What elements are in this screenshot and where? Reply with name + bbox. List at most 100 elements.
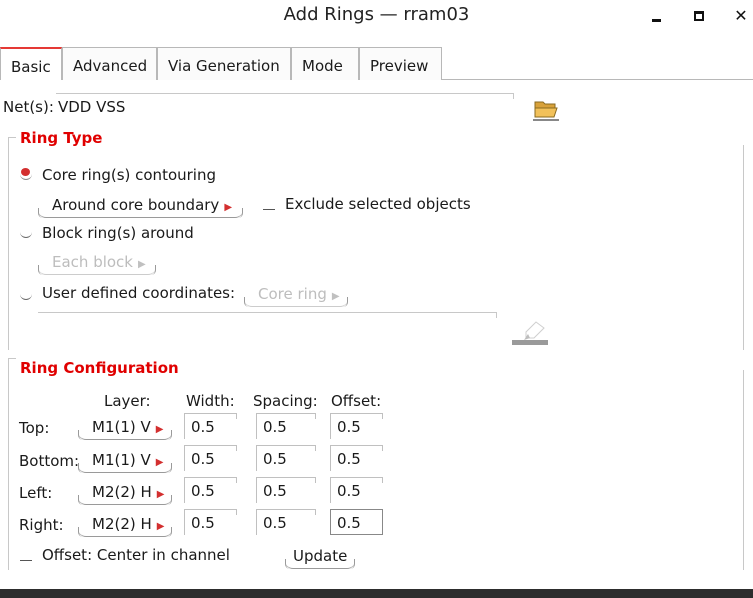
left-offset-value: 0.5 [337, 482, 361, 500]
left-layer-label: M2(2) H [92, 483, 152, 501]
ring-type-frame-top-left [8, 137, 16, 138]
right-layer-label: M2(2) H [92, 515, 152, 533]
ring-config-frame-top-left [8, 358, 16, 359]
bottom-layer-label: M1(1) V [92, 451, 151, 469]
tab-advanced[interactable]: Advanced [62, 47, 157, 80]
exclude-selected-checkbox[interactable] [263, 200, 275, 210]
bottom-spacing-value: 0.5 [263, 450, 287, 468]
input-tick [315, 478, 316, 483]
triangle-right-icon: ▶ [156, 521, 165, 532]
nets-field-border [56, 93, 514, 94]
tab-preview-label: Preview [370, 57, 429, 75]
top-spacing-input[interactable]: 0.5 [256, 413, 316, 439]
tab-via-generation-label: Via Generation [168, 57, 280, 75]
triangle-right-icon: ▶ [224, 202, 233, 213]
tab-mode[interactable]: Mode [291, 47, 359, 80]
update-button[interactable]: Update [285, 545, 355, 569]
coords-field-border [38, 312, 497, 313]
left-layer-dropdown[interactable]: M2(2) H ▶ [78, 481, 172, 505]
maximize-button[interactable] [689, 6, 709, 26]
update-button-label: Update [293, 547, 348, 565]
triangle-right-icon: ▶ [156, 489, 165, 500]
top-offset-value: 0.5 [337, 418, 361, 436]
ring-config-title: Ring Configuration [20, 359, 179, 377]
right-spacing-value: 0.5 [263, 514, 287, 532]
left-side-label: Left: [19, 484, 53, 502]
top-width-input[interactable]: 0.5 [184, 413, 237, 439]
left-offset-input[interactable]: 0.5 [330, 477, 383, 503]
triangle-right-icon: ▶ [138, 259, 146, 270]
top-side-label: Top: [19, 419, 50, 437]
input-tick [236, 478, 237, 483]
ring-type-frame-right [743, 145, 744, 350]
top-layer-dropdown[interactable]: M1(1) V ▶ [78, 416, 172, 440]
left-spacing-value: 0.5 [263, 482, 287, 500]
input-tick [315, 510, 316, 515]
top-spacing-value: 0.5 [263, 418, 287, 436]
input-tick [236, 414, 237, 419]
core-ring-dropdown[interactable]: Core ring ▶ [244, 283, 348, 307]
left-spacing-input[interactable]: 0.5 [256, 477, 316, 503]
right-width-value: 0.5 [191, 514, 215, 532]
spacing-header: Spacing: [253, 392, 318, 410]
layer-header: Layer: [104, 392, 151, 410]
tab-mode-label: Mode [302, 57, 343, 75]
input-tick [382, 414, 383, 419]
nets-input[interactable]: VDD VSS [58, 98, 125, 116]
width-header: Width: [186, 392, 235, 410]
coords-field-notch [496, 312, 497, 318]
top-layer-label: M1(1) V [92, 418, 151, 436]
close-button[interactable]: ✕ [731, 6, 751, 26]
triangle-right-icon: ▶ [155, 424, 164, 435]
title-bar: Add Rings — rram03 ✕ [0, 0, 753, 32]
bottom-offset-value: 0.5 [337, 450, 361, 468]
bottom-width-input[interactable]: 0.5 [184, 445, 237, 471]
folder-open-icon[interactable] [533, 96, 559, 122]
minimize-icon [652, 19, 661, 22]
tab-divider [442, 79, 753, 80]
right-width-input[interactable]: 0.5 [184, 509, 237, 535]
right-spacing-input[interactable]: 0.5 [256, 509, 316, 535]
pen-draw-icon[interactable] [510, 318, 550, 346]
core-ring-radio[interactable] [20, 166, 32, 180]
right-offset-input[interactable]: 0.5 [330, 509, 383, 535]
block-ring-label: Block ring(s) around [42, 224, 194, 242]
triangle-right-icon: ▶ [331, 291, 340, 302]
right-side-label: Right: [19, 516, 64, 534]
nets-label: Net(s): [3, 98, 54, 116]
input-tick [382, 478, 383, 483]
block-ring-radio[interactable] [20, 226, 32, 238]
tab-preview[interactable]: Preview [359, 47, 442, 80]
top-offset-input[interactable]: 0.5 [330, 413, 383, 439]
bottom-layer-dropdown[interactable]: M1(1) V ▶ [78, 449, 172, 473]
bottom-side-label: Bottom: [19, 452, 80, 470]
right-offset-value: 0.5 [337, 514, 361, 532]
top-width-value: 0.5 [191, 418, 215, 436]
core-ring-dropdown-label: Core ring [258, 285, 327, 303]
each-block-label: Each block [52, 253, 133, 271]
offset-header: Offset: [331, 392, 382, 410]
center-in-channel-label: Offset: Center in channel [42, 546, 230, 564]
bottom-spacing-input[interactable]: 0.5 [256, 445, 316, 471]
each-block-dropdown[interactable]: Each block ▶ [38, 251, 156, 275]
left-width-input[interactable]: 0.5 [184, 477, 237, 503]
input-tick [236, 446, 237, 451]
maximize-icon [694, 11, 704, 21]
bottom-width-value: 0.5 [191, 450, 215, 468]
tab-basic[interactable]: Basic [0, 47, 62, 80]
center-in-channel-checkbox[interactable] [20, 551, 32, 561]
user-coords-radio[interactable] [20, 288, 32, 300]
right-layer-dropdown[interactable]: M2(2) H ▶ [78, 513, 172, 537]
window-title: Add Rings — rram03 [283, 4, 470, 25]
bottom-offset-input[interactable]: 0.5 [330, 445, 383, 471]
ring-type-title: Ring Type [20, 129, 103, 147]
triangle-right-icon: ▶ [155, 457, 164, 468]
minimize-button[interactable] [647, 6, 667, 26]
input-tick [315, 414, 316, 419]
tab-via-generation[interactable]: Via Generation [157, 47, 291, 80]
tab-advanced-label: Advanced [73, 57, 148, 75]
core-boundary-label: Around core boundary [52, 196, 220, 214]
left-width-value: 0.5 [191, 482, 215, 500]
ring-config-frame-left [8, 358, 9, 570]
core-boundary-dropdown[interactable]: Around core boundary ▶ [38, 194, 243, 218]
